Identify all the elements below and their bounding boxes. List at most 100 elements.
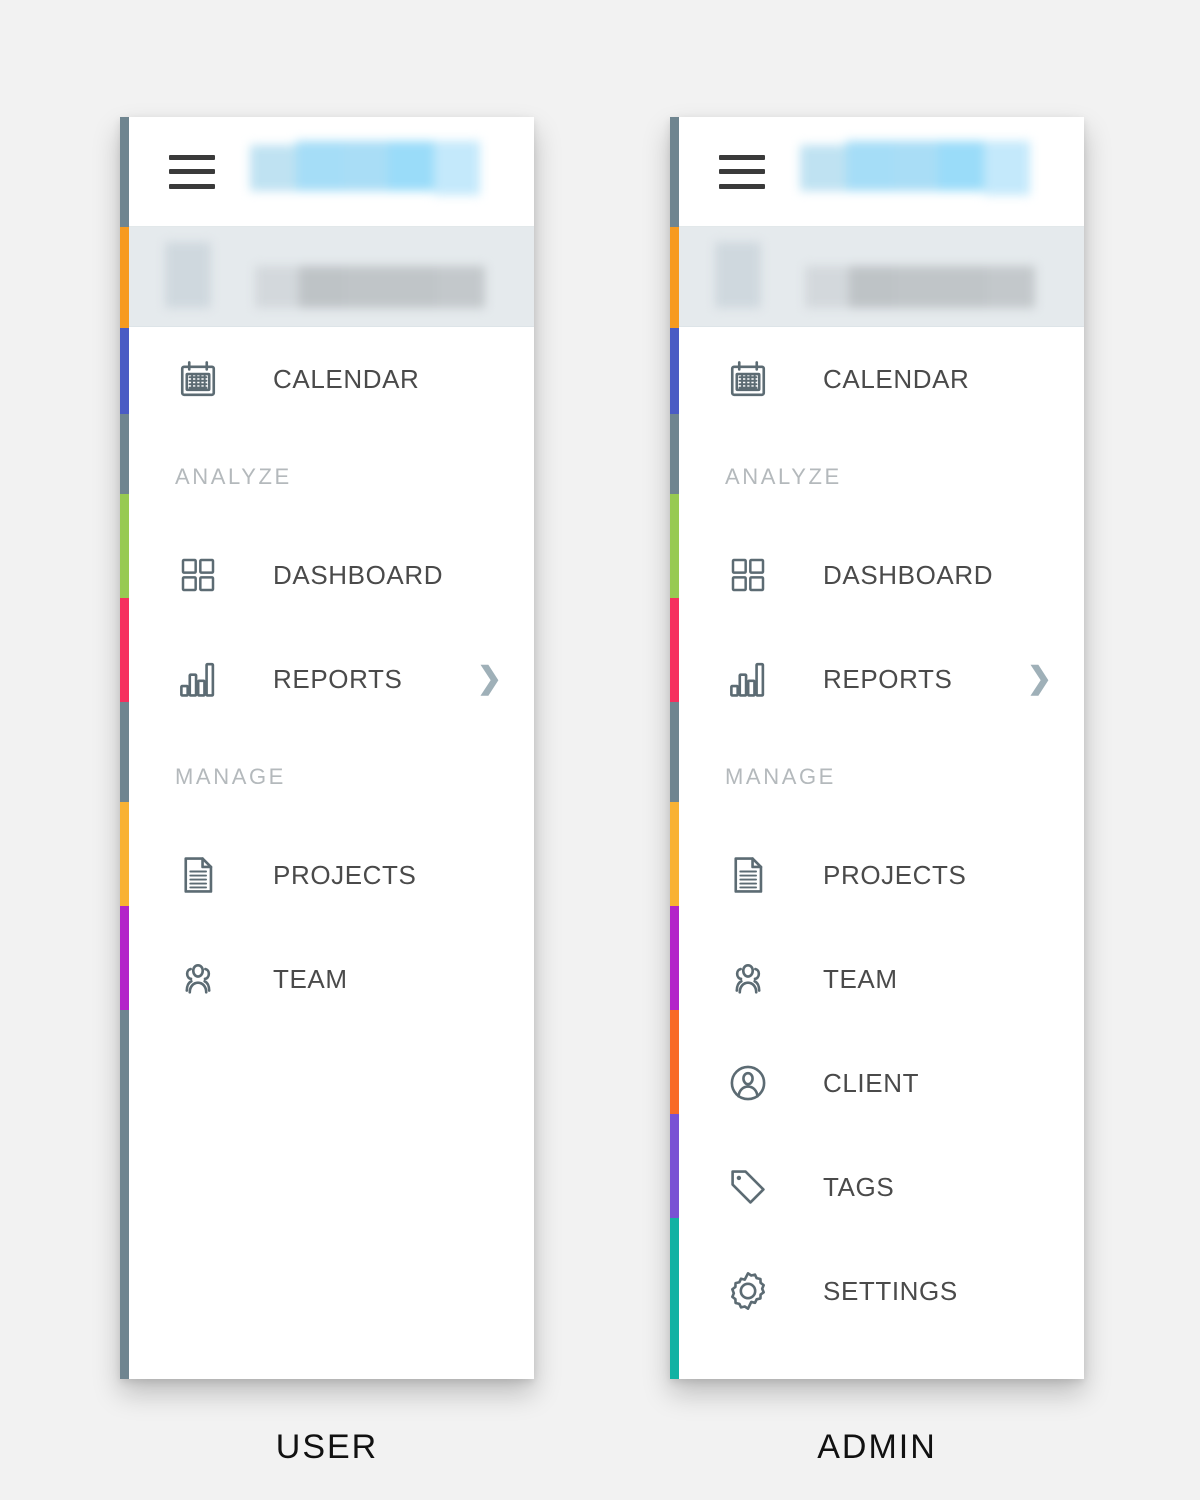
sidebar-item-calendar[interactable]: CALENDAR bbox=[679, 327, 1084, 431]
sidebar-item-label: CALENDAR bbox=[823, 363, 970, 394]
chevron-right-icon[interactable]: ❯ bbox=[1027, 664, 1052, 694]
selected-nav-placeholder bbox=[159, 241, 519, 312]
sidebar-item-label: TEAM bbox=[823, 963, 898, 994]
accent-segment bbox=[670, 494, 679, 598]
grid-icon bbox=[725, 555, 771, 595]
placeholder-block bbox=[434, 140, 480, 195]
accent-segment bbox=[120, 702, 129, 802]
team-icon bbox=[725, 958, 771, 1000]
sidebar-item-settings[interactable]: SETTINGS bbox=[679, 1239, 1084, 1343]
accent-segment bbox=[120, 328, 129, 414]
accent-segment bbox=[120, 598, 129, 702]
hamburger-bar bbox=[719, 169, 765, 174]
placeholder-block bbox=[299, 265, 345, 308]
sidebar-item-reports[interactable]: REPORTS ❯ bbox=[129, 627, 534, 731]
selected-nav-row[interactable] bbox=[679, 227, 1084, 327]
sidebar-item-team[interactable]: TEAM bbox=[129, 927, 534, 1031]
placeholder-block bbox=[846, 140, 894, 191]
placeholder-block bbox=[388, 140, 434, 191]
sidebar-item-tags[interactable]: TAGS bbox=[679, 1135, 1084, 1239]
placeholder-block bbox=[984, 140, 1030, 195]
chevron-right-icon[interactable]: ❯ bbox=[477, 664, 502, 694]
sidebar-item-calendar[interactable]: CALENDAR bbox=[129, 327, 534, 431]
placeholder-block bbox=[344, 140, 388, 191]
topbar-admin bbox=[679, 117, 1084, 227]
sidebar-item-label: PROJECTS bbox=[823, 859, 967, 890]
accent-segment bbox=[120, 414, 129, 494]
screenshot-stage: CALENDAR ANALYZE DASHBOARD REPORTS ❯ MANAGE PR… bbox=[0, 0, 1200, 1500]
accent-segment bbox=[120, 1010, 129, 1379]
placeholder-block bbox=[391, 265, 437, 308]
hamburger-bar bbox=[169, 169, 215, 174]
sidebar-item-label: DASHBOARD bbox=[823, 559, 994, 590]
placeholder-block bbox=[805, 265, 849, 308]
placeholder-block bbox=[165, 241, 211, 308]
placeholder-block bbox=[345, 265, 391, 308]
placeholder-block bbox=[987, 265, 1035, 308]
panel-caption-user: USER bbox=[275, 1428, 379, 1466]
accent-colorbar-user bbox=[120, 117, 129, 1379]
sidebar-item-label: DASHBOARD bbox=[273, 559, 444, 590]
sidebar-item-label: CLIENT bbox=[823, 1067, 920, 1098]
accent-segment bbox=[670, 227, 679, 328]
placeholder-block bbox=[255, 265, 299, 308]
hamburger-bar bbox=[169, 183, 215, 189]
accent-segment bbox=[670, 802, 679, 906]
placeholder-block bbox=[938, 140, 984, 191]
accent-segment bbox=[120, 906, 129, 1010]
sidebar-item-client[interactable]: CLIENT bbox=[679, 1031, 1084, 1135]
sidebar-item-label: PROJECTS bbox=[273, 859, 417, 890]
hamburger-bar bbox=[169, 154, 215, 160]
accent-segment bbox=[670, 1010, 679, 1114]
accent-segment bbox=[120, 494, 129, 598]
placeholder-block bbox=[437, 265, 485, 308]
sidebar-item-label: REPORTS bbox=[273, 663, 403, 694]
document-icon bbox=[725, 854, 771, 896]
sidebar-item-label: REPORTS bbox=[823, 663, 953, 694]
placeholder-block bbox=[296, 140, 344, 191]
sidebar-item-label: CALENDAR bbox=[273, 363, 420, 394]
user-circle-icon bbox=[725, 1062, 771, 1104]
sidebar-item-projects[interactable]: PROJECTS bbox=[679, 823, 1084, 927]
accent-segment bbox=[670, 414, 679, 494]
accent-segment bbox=[120, 227, 129, 328]
bar-chart-icon bbox=[175, 658, 221, 700]
app-title-placeholder bbox=[800, 140, 1030, 203]
sidebar-panel-admin: CALENDAR ANALYZE DASHBOARD REPORTS ❯ MANAGE PR… bbox=[670, 117, 1084, 1379]
accent-segment bbox=[670, 702, 679, 802]
calendar-icon bbox=[725, 358, 771, 400]
sidebar-item-label: TEAM bbox=[273, 963, 348, 994]
team-icon bbox=[175, 958, 221, 1000]
grid-icon bbox=[175, 555, 221, 595]
app-title-placeholder bbox=[250, 140, 480, 203]
sidebar-item-dashboard[interactable]: DASHBOARD bbox=[679, 523, 1084, 627]
accent-segment bbox=[670, 117, 679, 227]
accent-segment bbox=[120, 117, 129, 227]
sidebar-item-reports[interactable]: REPORTS ❯ bbox=[679, 627, 1084, 731]
accent-segment bbox=[670, 1218, 679, 1379]
hamburger-icon[interactable] bbox=[169, 154, 215, 189]
placeholder-block bbox=[250, 144, 296, 191]
panel-caption-admin: ADMIN bbox=[817, 1428, 937, 1466]
panel-body-user: CALENDAR ANALYZE DASHBOARD REPORTS ❯ MANAGE PR… bbox=[129, 117, 534, 1379]
nav-section-analyze: ANALYZE bbox=[725, 464, 842, 489]
accent-segment bbox=[120, 802, 129, 906]
placeholder-block bbox=[849, 265, 895, 308]
tag-icon bbox=[725, 1166, 771, 1208]
placeholder-block bbox=[941, 265, 987, 308]
sidebar-item-dashboard[interactable]: DASHBOARD bbox=[129, 523, 534, 627]
sidebar-item-projects[interactable]: PROJECTS bbox=[129, 823, 534, 927]
document-icon bbox=[175, 854, 221, 896]
nav-section-analyze: ANALYZE bbox=[175, 464, 292, 489]
nav-list-admin: CALENDAR ANALYZE DASHBOARD REPORTS ❯ MANAGE PR… bbox=[679, 327, 1084, 1379]
sidebar-item-label: TAGS bbox=[823, 1171, 895, 1202]
sidebar-panel-user: CALENDAR ANALYZE DASHBOARD REPORTS ❯ MANAGE PR… bbox=[120, 117, 534, 1379]
selected-nav-row[interactable] bbox=[129, 227, 534, 327]
placeholder-block bbox=[895, 265, 941, 308]
nav-section-manage: MANAGE bbox=[175, 764, 286, 789]
placeholder-block bbox=[800, 144, 846, 191]
hamburger-bar bbox=[719, 183, 765, 189]
sidebar-item-team[interactable]: TEAM bbox=[679, 927, 1084, 1031]
hamburger-icon[interactable] bbox=[719, 154, 765, 189]
bar-chart-icon bbox=[725, 658, 771, 700]
